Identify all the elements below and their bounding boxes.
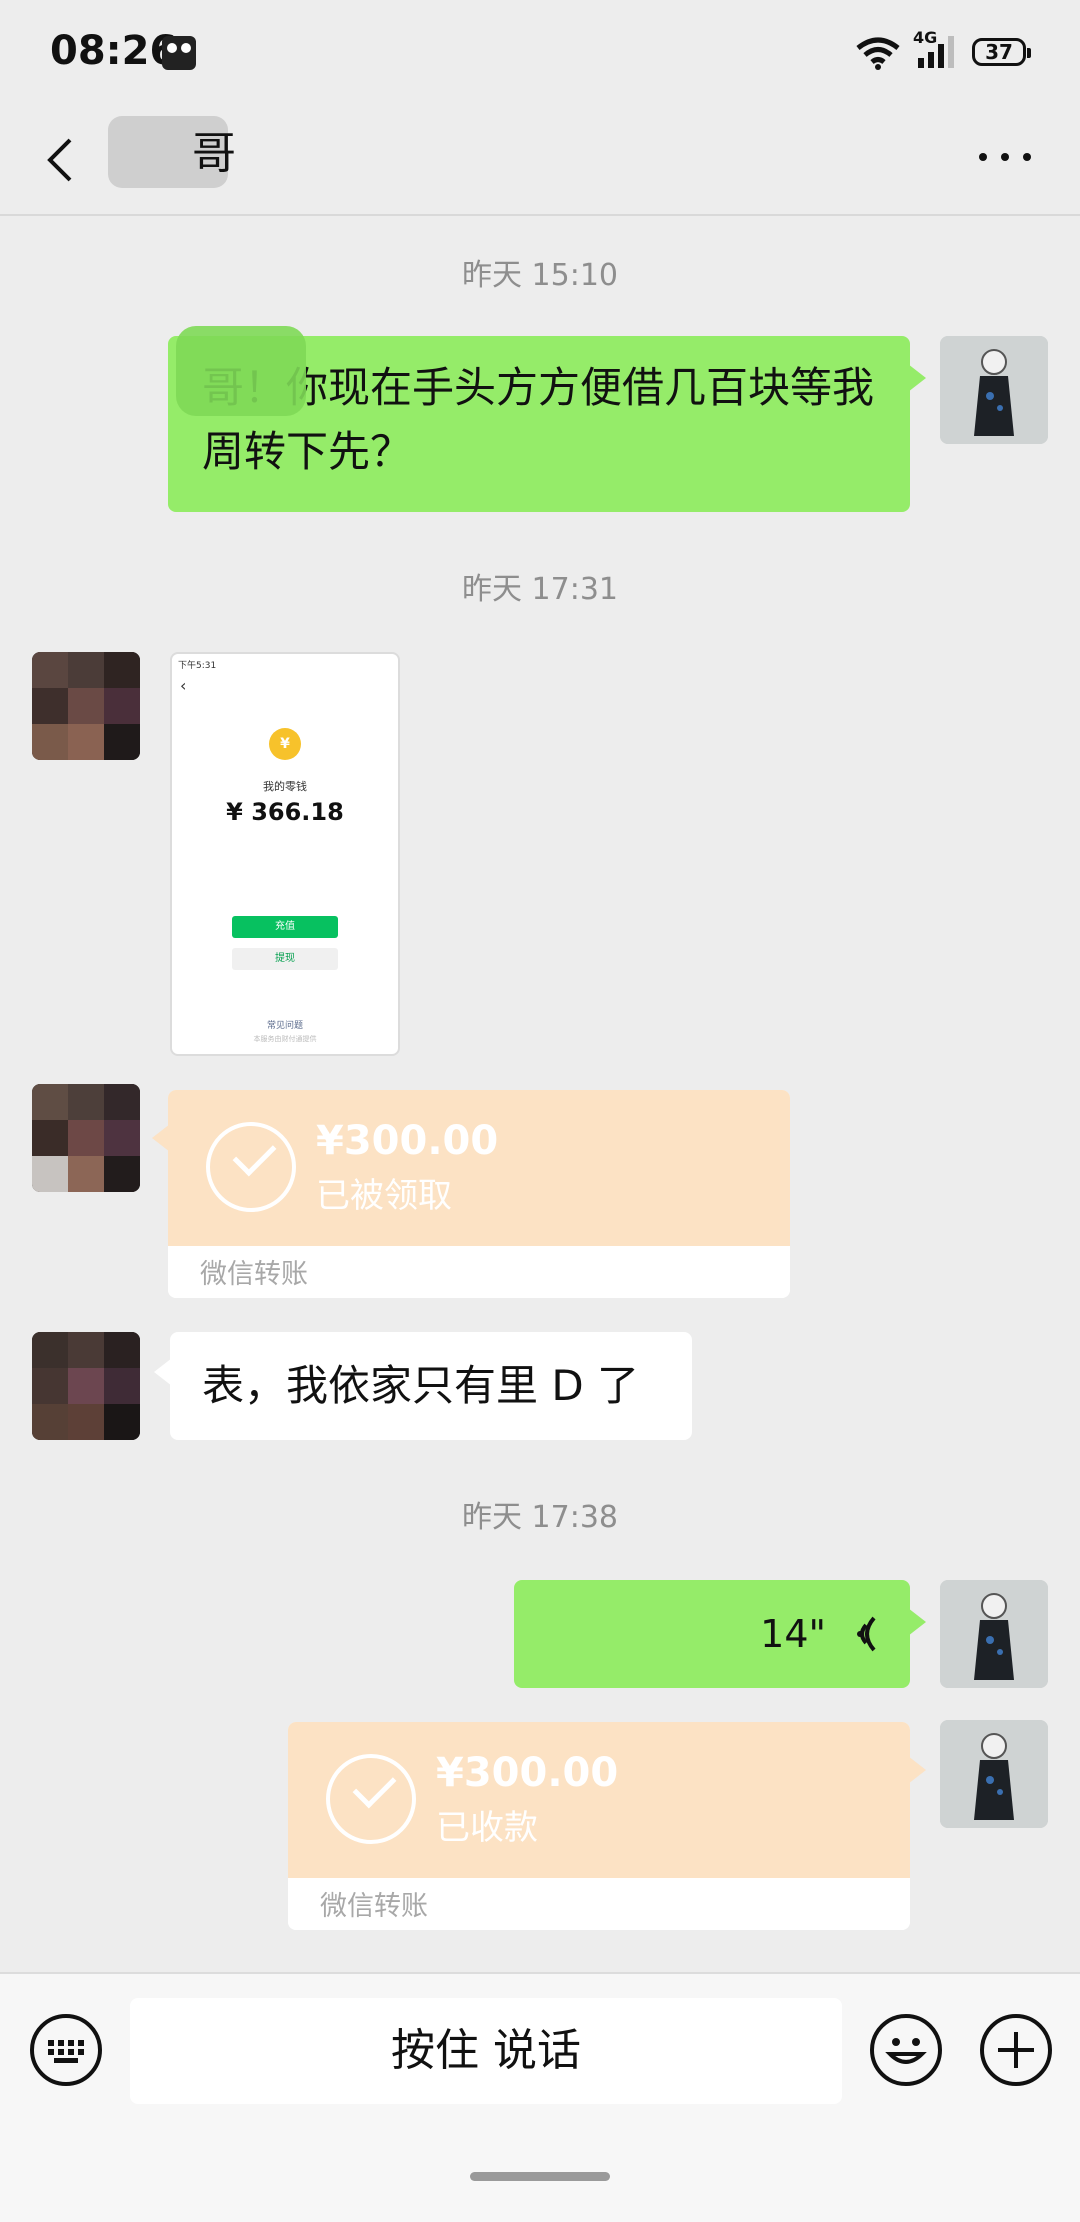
self-avatar[interactable] [940, 1580, 1048, 1688]
battery-indicator: 37 [972, 38, 1031, 66]
transfer-amount: ¥300.00 [316, 1118, 499, 1164]
screenshot-back-icon: ‹ [180, 676, 187, 695]
character-avatar-icon [940, 336, 1048, 444]
voice-duration: 14" [760, 1612, 826, 1656]
transfer-card-accepted[interactable]: ¥300.00 已收款 微信转账 [288, 1722, 926, 1930]
transfer-status: 已收款 [436, 1808, 538, 1848]
status-bar: 08:26 4G 37 [0, 0, 1080, 110]
screenshot-withdraw-button: 提现 [232, 948, 338, 970]
character-avatar-icon [940, 1720, 1048, 1828]
screenshot-recharge-button: 充值 [232, 916, 338, 938]
screenshot-faq-link: 常见问题 [266, 1021, 303, 1031]
redaction-blur [176, 326, 306, 416]
message-text: 表，我依家只有里 D 了 [202, 1361, 640, 1410]
bubble-tail [908, 1756, 926, 1784]
self-avatar[interactable] [940, 336, 1048, 444]
signal-icon [918, 36, 954, 68]
hold-to-talk-button[interactable]: 按住 说话 [130, 1998, 842, 2104]
chat-title: 哥 [192, 128, 236, 179]
coin-icon: ¥ [269, 728, 301, 760]
chat-header: 哥 [0, 110, 1080, 216]
transfer-card-top: ¥300.00 已被领取 [168, 1090, 790, 1246]
home-indicator[interactable] [470, 2172, 610, 2181]
screenshot-footer: 本服务由财付通提供 [253, 1035, 317, 1043]
transfer-card-top: ¥300.00 已收款 [288, 1722, 910, 1878]
screenshot-wallet-label: 我的零钱 [263, 780, 307, 793]
image-message-wallet-screenshot[interactable]: 下午5:31 ‹ ¥ 我的零钱 ¥ 366.18 充值 提现 常见问题 本服务由… [170, 652, 400, 1056]
wifi-icon [856, 37, 900, 70]
message-timestamp: 昨天 17:38 [462, 1500, 618, 1535]
more-options-icon[interactable] [975, 142, 1035, 172]
contact-avatar[interactable] [32, 652, 140, 760]
plus-icon[interactable] [980, 2014, 1052, 2086]
transfer-status: 已被领取 [316, 1176, 452, 1216]
back-arrow-icon[interactable] [40, 130, 90, 190]
character-avatar-icon [940, 1580, 1048, 1688]
contact-avatar[interactable] [32, 1332, 140, 1440]
check-circle-icon [326, 1754, 416, 1844]
status-time: 08:26 [50, 28, 178, 74]
message-timestamp: 昨天 15:10 [462, 258, 618, 293]
transfer-card-received[interactable]: ¥300.00 已被领取 微信转账 [152, 1090, 790, 1298]
emoji-icon[interactable] [870, 2014, 942, 2086]
notification-app-icon [162, 36, 196, 70]
chat-input-bar: 按住 说话 [0, 1972, 1080, 2222]
transfer-label: 微信转账 [320, 1891, 428, 1922]
message-timestamp: 昨天 17:31 [462, 572, 618, 607]
keyboard-icon[interactable] [30, 2014, 102, 2086]
voice-wave-icon [857, 1616, 876, 1652]
screenshot-balance: ¥ 366.18 [226, 798, 344, 826]
message-bubble-received[interactable]: 表，我依家只有里 D 了 [154, 1332, 692, 1440]
screenshot-status-time: 下午5:31 [178, 661, 217, 671]
voice-message-bubble[interactable]: 14" [514, 1580, 926, 1688]
check-circle-icon [206, 1122, 296, 1212]
transfer-amount: ¥300.00 [436, 1750, 619, 1796]
transfer-label: 微信转账 [200, 1259, 308, 1290]
self-avatar[interactable] [940, 1720, 1048, 1828]
contact-avatar[interactable] [32, 1084, 140, 1192]
